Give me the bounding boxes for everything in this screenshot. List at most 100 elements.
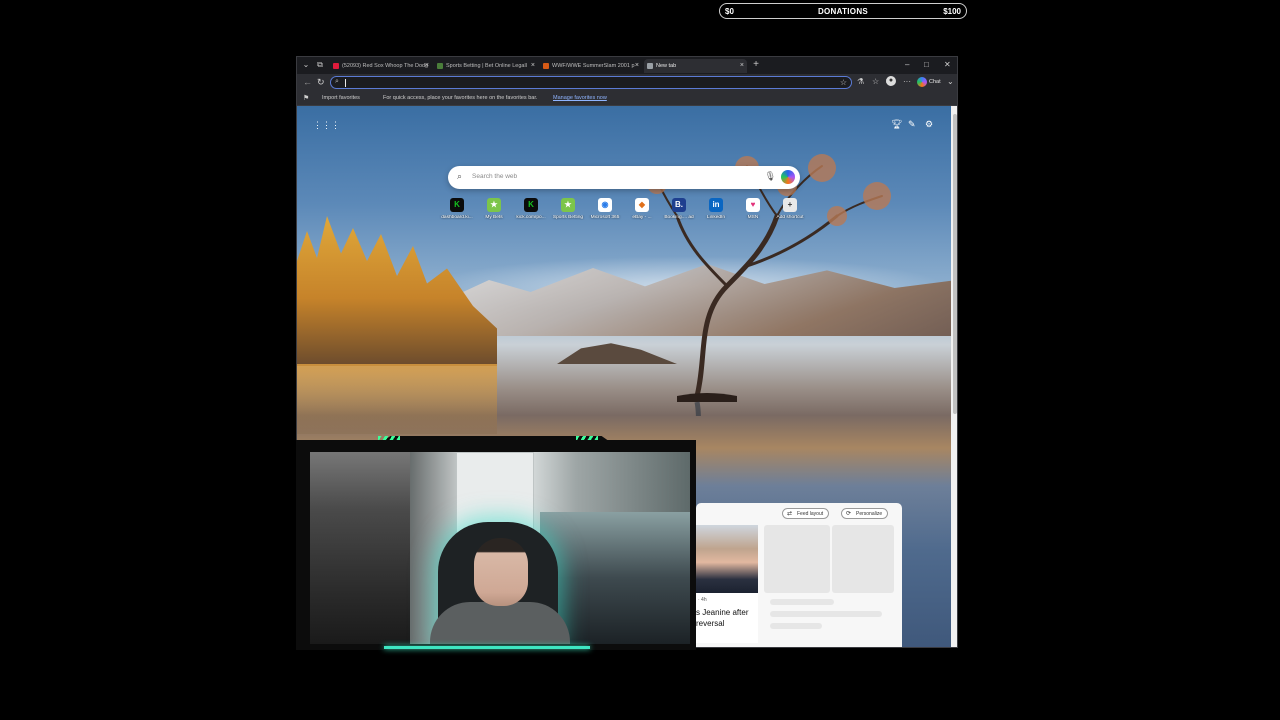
shortcut-tile[interactable]: B. Booking.... ad — [661, 198, 697, 220]
edit-pencil-icon[interactable]: ✎ — [908, 119, 916, 130]
shortcut-tile[interactable]: ★ Sports Betting — [550, 198, 586, 220]
background-reflection — [297, 364, 497, 434]
favorites-bar-icon: ⚑ — [303, 95, 310, 102]
scrollbar-thumb[interactable] — [953, 114, 957, 414]
feed-layout-button[interactable]: ⇄ Feed layout — [782, 508, 830, 519]
tab-sports-betting[interactable]: Sports Betting | Bet Online Legall × — [434, 59, 538, 73]
tab-actions-icon[interactable]: ⌄ — [301, 60, 311, 70]
close-window-icon[interactable]: ✕ — [944, 60, 951, 69]
loading-placeholder — [764, 525, 830, 593]
close-tab-icon[interactable]: × — [425, 62, 429, 69]
shortcut-icon: + — [783, 198, 797, 212]
shortcut-icon: in — [709, 198, 723, 212]
tab-title: New tab — [656, 63, 677, 69]
webcam-video — [310, 452, 690, 644]
tab-red-sox[interactable]: (52093) Red Sox Whoop The Dodg × — [330, 59, 432, 73]
favorite-star-icon[interactable]: ☆ — [840, 78, 847, 87]
shortcut-tile[interactable]: in LinkedIn — [698, 198, 734, 220]
news-story-source: · 4h — [698, 597, 707, 603]
video-favicon-icon — [543, 63, 549, 69]
donation-label: DONATIONS — [817, 7, 869, 16]
more-menu-icon[interactable]: ··· — [903, 77, 911, 86]
shortcut-tile[interactable]: ◆ eBay - ... — [624, 198, 660, 220]
shortcut-tile[interactable]: ◉ Microsoft 365 — [587, 198, 623, 220]
apps-grid-icon[interactable]: ⋮⋮⋮ — [313, 120, 340, 130]
donation-max: $100 — [943, 7, 961, 16]
microphone-icon[interactable]: 🎙︎ — [765, 171, 776, 182]
settings-gear-icon[interactable]: ⚙ — [925, 119, 933, 130]
copilot-icon — [917, 77, 927, 87]
shortcut-tile[interactable]: ♥ MSN — [735, 198, 771, 220]
loading-placeholder — [832, 525, 894, 593]
shortcut-icon: K — [450, 198, 464, 212]
feed-layout-label: Feed layout — [797, 511, 824, 517]
shortcut-label: My Bets — [485, 215, 503, 220]
tab-summerslam[interactable]: WWF/WWE SummerSlam 2001 p × — [540, 59, 642, 73]
stream-canvas: $0 DONATIONS $100 ⌄ ⧉ (52093) Red Sox Wh… — [0, 0, 1280, 720]
favorites-bar: ⚑ Import favorites For quick access, pla… — [297, 91, 957, 106]
personalize-label: Personalize — [856, 511, 883, 517]
loading-placeholder — [770, 623, 822, 629]
search-placeholder: Search the web — [472, 173, 518, 180]
youtube-favicon-icon — [333, 63, 339, 69]
minimize-icon[interactable]: – — [905, 60, 909, 69]
close-tab-icon[interactable]: × — [635, 62, 639, 69]
profile-avatar-icon[interactable]: ● — [886, 76, 896, 86]
manage-favorites-link[interactable]: Manage favorites now — [553, 95, 607, 101]
personalize-icon: ⟳ — [846, 511, 852, 517]
workspaces-icon[interactable]: ⧉ — [315, 60, 325, 70]
shortcut-icon: ◉ — [598, 198, 612, 212]
copilot-chat-button[interactable]: Chat — [917, 76, 941, 88]
shortcut-label: kick.com/po... — [516, 215, 546, 220]
shortcut-icon: B. — [672, 198, 686, 212]
tab-title: Sports Betting | Bet Online Legall — [446, 63, 527, 69]
text-caret — [345, 79, 346, 87]
shortcut-icon: ★ — [561, 198, 575, 212]
chevron-down-icon[interactable]: ⌄ — [947, 77, 954, 86]
new-tab-button[interactable]: + — [751, 60, 761, 70]
news-story-card[interactable]: · 4h s Jeanine after reversal — [696, 525, 758, 643]
tab-strip: ⌄ ⧉ (52093) Red Sox Whoop The Dodg × Spo… — [297, 57, 957, 74]
shortcut-icon: ★ — [487, 198, 501, 212]
shortcut-icon: ♥ — [746, 198, 760, 212]
shortcut-label: eBay - ... — [632, 215, 652, 220]
loading-placeholder — [770, 611, 882, 617]
shortcut-label: Booking.... ad — [664, 215, 694, 220]
shortcut-tile[interactable]: + Add shortcut — [772, 198, 808, 220]
shortcut-icon: ◆ — [635, 198, 649, 212]
rewards-icon[interactable]: 🏆︎ — [891, 119, 902, 130]
loading-placeholder — [770, 599, 834, 605]
personalize-button[interactable]: ⟳ Personalize — [841, 508, 889, 519]
tab-title: (52093) Red Sox Whoop The Dodg — [342, 63, 429, 69]
shortcut-label: LinkedIn — [706, 215, 726, 220]
tab-title: WWF/WWE SummerSlam 2001 p — [552, 63, 635, 69]
import-favorites-button[interactable]: Import favorites — [322, 95, 360, 101]
close-tab-icon[interactable]: × — [531, 62, 535, 69]
page-scrollbar[interactable] — [951, 106, 957, 647]
webcam-glow-bar — [384, 646, 590, 649]
shortcut-label: MSN — [747, 215, 759, 220]
toolbar: ← ↻ ⌕ ☆ ⚗ ☆ ⧉ ● ··· Chat ⌄ — [297, 74, 957, 91]
webcam-overlay — [296, 436, 696, 650]
back-icon[interactable]: ← — [303, 77, 312, 87]
copilot-search-icon[interactable] — [781, 170, 795, 184]
refresh-icon[interactable]: ↻ — [317, 77, 325, 88]
tab-new-tab[interactable]: New tab × — [644, 59, 747, 73]
close-tab-icon[interactable]: × — [740, 62, 744, 69]
address-bar[interactable]: ⌕ ☆ — [330, 76, 852, 89]
maximize-icon[interactable]: □ — [924, 60, 929, 69]
favorites-icon[interactable]: ☆ — [872, 77, 879, 86]
shortcut-label: dashboard.ki... — [441, 215, 473, 220]
shortcut-tile[interactable]: Kkick.com/po... — [513, 198, 549, 220]
shortcut-label: Microsoft 365 — [590, 215, 620, 220]
web-search-box[interactable]: ⌕ Search the web 🎙︎ — [448, 166, 800, 189]
new-tab-favicon-icon — [647, 63, 653, 69]
favorites-hint: For quick access, place your favorites h… — [383, 95, 538, 101]
shortcut-label: Sports Betting — [552, 215, 584, 220]
search-icon: ⌕ — [335, 78, 339, 85]
shortcut-tile[interactable]: ★ My Bets — [476, 198, 512, 220]
extensions-icon[interactable]: ⚗ — [857, 77, 864, 86]
shortcut-label: Add shortcut — [776, 215, 804, 220]
donation-goal-bar: $0 DONATIONS $100 — [719, 3, 967, 19]
shortcut-tile[interactable]: Kdashboard.ki... — [439, 198, 475, 220]
